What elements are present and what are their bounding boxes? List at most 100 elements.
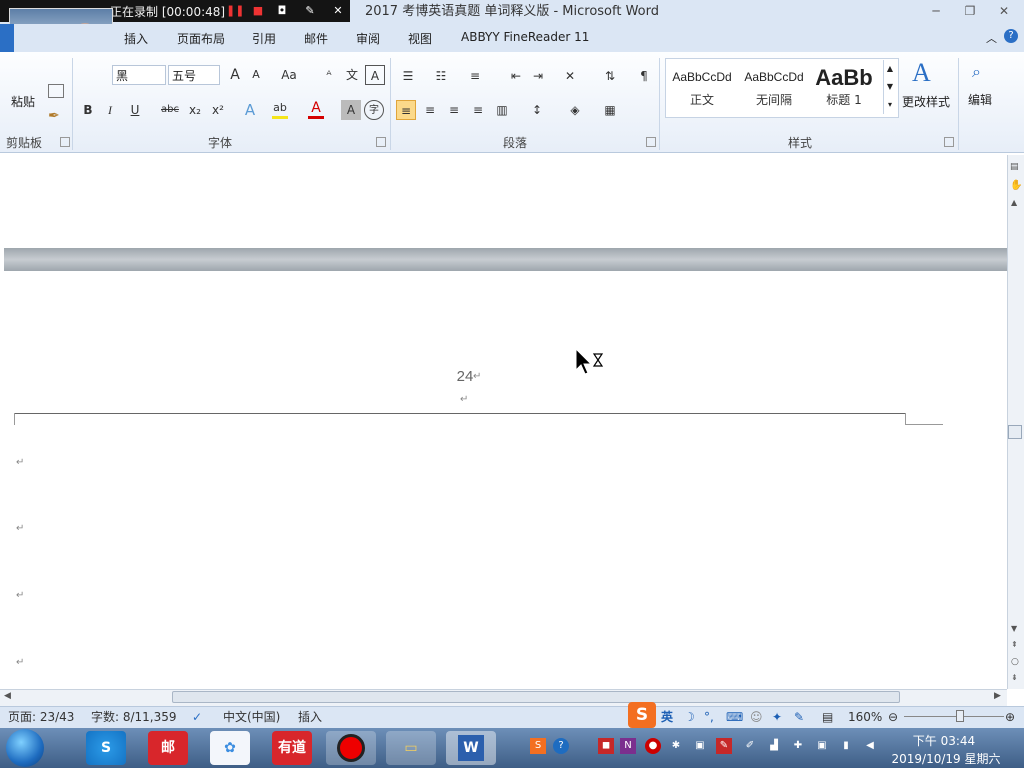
strikethrough-button[interactable]: abc xyxy=(160,100,180,120)
scroll-down-icon[interactable]: ▼ xyxy=(1011,624,1017,633)
shading-icon[interactable]: ◈ xyxy=(565,100,585,120)
sort-icon[interactable]: ⇅ xyxy=(600,66,620,86)
shrink-font-button[interactable]: A xyxy=(246,65,266,85)
zoom-slider-track[interactable] xyxy=(904,716,1004,717)
language-status[interactable]: 中文(中国) xyxy=(223,706,280,728)
char-shading-button[interactable]: A xyxy=(341,100,361,120)
font-launcher-icon[interactable] xyxy=(376,137,386,147)
horizontal-scroll-thumb[interactable] xyxy=(172,691,900,703)
styles-launcher-icon[interactable] xyxy=(944,137,954,147)
font-color-button[interactable]: A xyxy=(306,98,326,118)
font-size-combo[interactable]: 五号 xyxy=(168,65,220,85)
tab-review[interactable]: 审阅 xyxy=(356,30,380,47)
youdao-icon[interactable]: 有道 xyxy=(272,731,312,765)
spellcheck-icon[interactable]: ✓ xyxy=(192,706,202,728)
tab-mailings[interactable]: 邮件 xyxy=(304,30,328,47)
editing-button[interactable]: 编辑 xyxy=(968,91,992,108)
explorer-taskicon[interactable]: ▭ xyxy=(386,731,436,765)
bluetooth-icon[interactable]: ✱ xyxy=(668,738,684,754)
zoom-slider-thumb[interactable] xyxy=(956,710,964,722)
phonetic-guide-icon[interactable]: 文 xyxy=(342,65,362,85)
onenote-tray-icon[interactable]: N xyxy=(620,738,636,754)
tray-app-icon[interactable]: ◼ xyxy=(598,738,614,754)
line-spacing-icon[interactable]: ↕ xyxy=(527,100,547,120)
pen-icon[interactable]: ✎ xyxy=(302,3,318,19)
prev-page-icon[interactable]: ⇞ xyxy=(1011,640,1018,649)
char-border-icon[interactable]: A xyxy=(365,65,385,85)
styles-scroll[interactable]: ▲ ▼ ▾ xyxy=(883,60,896,114)
start-button[interactable] xyxy=(6,729,44,767)
vertical-scrollbar[interactable] xyxy=(1007,155,1024,689)
view-mode-icon[interactable]: ▤ xyxy=(822,706,833,728)
ime-skin-icon[interactable]: ✦ xyxy=(772,706,782,728)
grow-font-button[interactable]: A xyxy=(225,65,245,85)
ime-keyboard-icon[interactable]: ⌨ xyxy=(726,706,743,728)
ime-language[interactable]: 英 xyxy=(661,706,673,728)
tray-pdf-icon[interactable]: ✎ xyxy=(716,738,732,754)
ime-moon-icon[interactable]: ☽ xyxy=(684,706,695,728)
pan-hand-icon[interactable]: ✋ xyxy=(1010,180,1022,191)
align-left-button[interactable]: ≡ xyxy=(396,100,416,120)
tab-references[interactable]: 引用 xyxy=(252,30,276,47)
network-icon[interactable]: ▣ xyxy=(814,738,830,754)
clock-time[interactable]: 下午 03:44 xyxy=(905,732,983,749)
subscript-button[interactable]: x₂ xyxy=(185,100,205,120)
tray-chart-icon[interactable]: ▟ xyxy=(766,738,782,754)
underline-button[interactable]: U xyxy=(125,100,145,120)
file-tab[interactable] xyxy=(0,24,14,52)
style-heading-1[interactable]: AaBb 标题 1 xyxy=(811,61,877,111)
insert-mode[interactable]: 插入 xyxy=(298,706,322,728)
scroll-left-icon[interactable]: ◀ xyxy=(4,691,11,701)
text-effect-button[interactable]: A xyxy=(240,100,260,120)
sogou-ime-logo[interactable]: S xyxy=(628,702,656,728)
ime-tools-icon[interactable]: ✎ xyxy=(794,706,804,728)
tray-security-icon[interactable]: ✚ xyxy=(790,738,806,754)
scroll-right-icon[interactable]: ▶ xyxy=(994,691,1001,701)
tab-page-layout[interactable]: 页面布局 xyxy=(177,30,225,47)
tab-view[interactable]: 视图 xyxy=(408,30,432,47)
paragraph-launcher-icon[interactable] xyxy=(646,137,656,147)
vertical-scroll-thumb[interactable] xyxy=(1008,425,1022,439)
close-recorder-icon[interactable]: ✕ xyxy=(330,3,346,19)
numbering-icon[interactable]: ☷ xyxy=(431,66,451,86)
baidu-netdisk-icon[interactable]: ✿ xyxy=(210,731,250,765)
change-styles-button[interactable]: 更改样式 xyxy=(902,93,950,110)
volume-icon[interactable]: ◀ xyxy=(862,738,878,754)
tray-pen-icon[interactable]: ✐ xyxy=(742,738,758,754)
record-tray-icon[interactable]: ● xyxy=(645,738,661,754)
clock-date[interactable]: 2019/10/19 星期六 xyxy=(886,750,1006,767)
paste-button[interactable]: 粘贴 xyxy=(11,93,35,110)
align-center-button[interactable]: ≡ xyxy=(420,100,440,120)
power-icon[interactable]: ▮ xyxy=(838,738,854,754)
scroll-up-icon[interactable]: ▲ xyxy=(1011,198,1017,207)
close-button[interactable]: ✕ xyxy=(990,2,1018,22)
ime-user-icon[interactable]: ☺ xyxy=(750,706,763,728)
recorder-taskicon[interactable] xyxy=(326,731,376,765)
change-styles-icon[interactable]: A xyxy=(912,58,931,88)
app-taskicon[interactable]: 邮 xyxy=(148,731,188,765)
distributed-button[interactable]: ▥ xyxy=(492,100,512,120)
tab-abbyy[interactable]: ABBYY FineReader 11 xyxy=(461,30,589,44)
clipboard-launcher-icon[interactable] xyxy=(60,137,70,147)
format-painter-icon[interactable]: ✒ xyxy=(48,108,60,124)
bold-button[interactable]: B xyxy=(78,100,98,120)
italic-button[interactable]: I xyxy=(100,100,120,120)
stop-icon[interactable]: ■ xyxy=(250,3,266,19)
next-page-icon[interactable]: ⇟ xyxy=(1011,673,1018,682)
align-right-button[interactable]: ≡ xyxy=(444,100,464,120)
sogou-tray-icon[interactable]: S xyxy=(530,738,546,754)
camera-icon[interactable]: ◘ xyxy=(274,3,290,19)
minimize-button[interactable]: ─ xyxy=(922,2,950,22)
word-taskicon[interactable]: W xyxy=(446,731,496,765)
clear-format-icon[interactable]: ᴬ xyxy=(319,65,339,85)
justify-button[interactable]: ≡ xyxy=(468,100,488,120)
show-marks-icon[interactable]: ¶ xyxy=(634,66,654,86)
pause-icon[interactable]: ❚❚ xyxy=(226,3,244,19)
page-count[interactable]: 页面: 23/43 xyxy=(8,706,74,728)
word-count[interactable]: 字数: 8/11,359 xyxy=(91,706,177,728)
tray-window-icon[interactable]: ▣ xyxy=(692,738,708,754)
highlight-button[interactable]: ab xyxy=(270,98,290,118)
style-no-spacing[interactable]: AaBbCcDd 无间隔 xyxy=(739,61,809,111)
restore-button[interactable]: ❐ xyxy=(956,2,984,22)
bullets-icon[interactable]: ☰ xyxy=(398,66,418,86)
